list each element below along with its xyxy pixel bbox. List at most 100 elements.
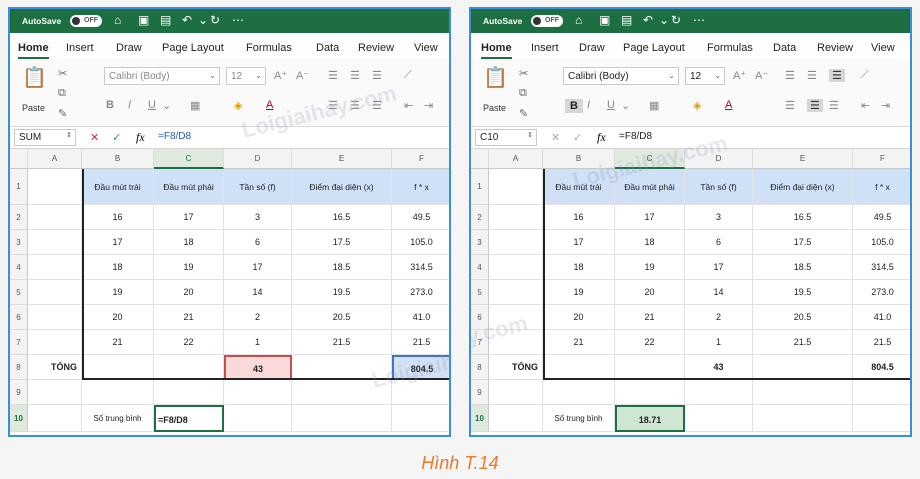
tab-view[interactable]: View <box>871 42 895 54</box>
row-header-4[interactable]: 4 <box>10 255 28 280</box>
data-cell[interactable]: 16.5 <box>292 205 392 230</box>
data-cell[interactable]: 14 <box>685 280 753 305</box>
redo-icon[interactable]: ↻ <box>210 13 220 27</box>
align-middle-icon[interactable]: ☰ <box>350 69 360 82</box>
data-cell[interactable]: 21 <box>154 305 224 330</box>
align-center-icon[interactable]: ☰ <box>350 99 360 112</box>
row-header-7[interactable]: 7 <box>471 330 489 355</box>
grid-cell[interactable] <box>489 255 543 280</box>
more-icon[interactable]: ⋯ <box>232 13 244 27</box>
grid-cell[interactable] <box>28 330 82 355</box>
data-cell[interactable]: 273.0 <box>392 280 449 305</box>
align-middle-icon[interactable]: ☰ <box>807 69 817 82</box>
grid-cell[interactable] <box>28 205 82 230</box>
column-header-c[interactable]: C <box>154 149 224 169</box>
copy-icon[interactable]: ⧉ <box>519 87 527 100</box>
header-cell-d[interactable]: Tần số (f) <box>224 169 292 205</box>
data-cell[interactable]: 16 <box>543 205 615 230</box>
data-cell[interactable]: 21.5 <box>753 330 853 355</box>
data-cell[interactable]: 314.5 <box>853 255 910 280</box>
grid-cell[interactable] <box>489 330 543 355</box>
row-header-3[interactable]: 3 <box>471 230 489 255</box>
undo-icon[interactable]: ↶ <box>182 13 192 27</box>
grid-cell[interactable] <box>489 205 543 230</box>
fill-color-icon[interactable]: ◈ <box>234 99 242 112</box>
name-box[interactable]: C10 ⇕ <box>475 129 537 146</box>
data-cell[interactable]: 21 <box>543 330 615 355</box>
data-cell[interactable]: 18.5 <box>753 255 853 280</box>
chevron-down-icon[interactable]: ⌄ <box>198 13 208 27</box>
data-cell[interactable]: 17.5 <box>292 230 392 255</box>
align-right-icon[interactable]: ☰ <box>372 99 382 112</box>
borders-icon[interactable]: ▦ <box>190 99 200 112</box>
data-cell[interactable]: 17 <box>543 230 615 255</box>
save-as-icon[interactable]: ▤ <box>621 13 632 27</box>
indent-decrease-icon[interactable]: ⇤ <box>404 99 413 112</box>
mean-label[interactable]: Số trung bình <box>82 405 154 432</box>
column-header-d[interactable]: D <box>685 149 753 169</box>
header-cell-f[interactable]: f * x <box>392 169 449 205</box>
align-top-icon[interactable]: ☰ <box>328 69 338 82</box>
formula-input[interactable]: =F8/D8 <box>158 131 191 142</box>
header-cell-e[interactable]: Điểm đại diện (x) <box>292 169 392 205</box>
align-center-icon[interactable]: ☰ <box>807 99 823 112</box>
tab-view[interactable]: View <box>414 42 438 54</box>
data-cell[interactable]: 16 <box>82 205 154 230</box>
total-frequency-cell[interactable]: 43 <box>224 355 292 380</box>
data-cell[interactable]: 49.5 <box>392 205 449 230</box>
align-left-icon[interactable]: ☰ <box>785 99 795 112</box>
italic-icon[interactable]: I <box>128 99 131 111</box>
save-icon[interactable]: ▣ <box>599 13 610 27</box>
column-header-d[interactable]: D <box>224 149 292 169</box>
data-cell[interactable]: 19 <box>615 255 685 280</box>
grid-cell[interactable] <box>154 355 224 380</box>
grid-cell[interactable] <box>28 380 82 405</box>
data-cell[interactable]: 20 <box>543 305 615 330</box>
data-cell[interactable]: 2 <box>685 305 753 330</box>
cut-icon[interactable]: ✂ <box>58 67 67 80</box>
data-cell[interactable]: 20.5 <box>753 305 853 330</box>
name-box[interactable]: SUM ⇕ <box>14 129 76 146</box>
row-header-2[interactable]: 2 <box>471 205 489 230</box>
underline-icon[interactable]: U <box>148 99 156 111</box>
tab-draw[interactable]: Draw <box>579 42 605 54</box>
underline-icon[interactable]: U <box>607 99 615 111</box>
data-cell[interactable]: 3 <box>224 205 292 230</box>
grow-font-icon[interactable]: A⁺ <box>733 69 746 82</box>
save-as-icon[interactable]: ▤ <box>160 13 171 27</box>
data-cell[interactable]: 41.0 <box>853 305 910 330</box>
indent-increase-icon[interactable]: ⇥ <box>881 99 890 112</box>
grid-cell[interactable] <box>685 405 753 432</box>
data-cell[interactable]: 22 <box>154 330 224 355</box>
grid-cell[interactable] <box>392 405 449 432</box>
grid-cell[interactable] <box>224 405 292 432</box>
cut-icon[interactable]: ✂ <box>519 67 528 80</box>
font-color-icon[interactable]: A <box>266 99 273 111</box>
row-header-6[interactable]: 6 <box>471 305 489 330</box>
align-bottom-icon[interactable]: ☰ <box>372 69 382 82</box>
grid-cell[interactable] <box>154 380 224 405</box>
row-header-2[interactable]: 2 <box>10 205 28 230</box>
data-cell[interactable]: 1 <box>685 330 753 355</box>
grow-font-icon[interactable]: A⁺ <box>274 69 287 82</box>
column-header-b[interactable]: B <box>543 149 615 169</box>
tab-data[interactable]: Data <box>773 42 796 54</box>
select-all-corner[interactable] <box>10 149 28 169</box>
home-icon[interactable]: ⌂ <box>575 13 582 27</box>
grid-cell[interactable] <box>82 355 154 380</box>
data-cell[interactable]: 18 <box>82 255 154 280</box>
header-cell-c[interactable]: Đầu mút phải <box>615 169 685 205</box>
align-right-icon[interactable]: ☰ <box>829 99 839 112</box>
shrink-font-icon[interactable]: A⁻ <box>755 69 768 82</box>
autosave-toggle[interactable]: OFF <box>70 15 102 27</box>
header-cell-b[interactable]: Đầu mút trái <box>82 169 154 205</box>
data-cell[interactable]: 20 <box>615 280 685 305</box>
column-header-c[interactable]: C <box>615 149 685 169</box>
data-cell[interactable]: 1 <box>224 330 292 355</box>
tab-home[interactable]: Home <box>481 42 512 59</box>
tab-formulas[interactable]: Formulas <box>246 42 292 54</box>
header-cell-f[interactable]: f * x <box>853 169 910 205</box>
mean-value-cell[interactable]: 18.71 <box>615 405 685 432</box>
tab-draw[interactable]: Draw <box>116 42 142 54</box>
total-product-cell[interactable]: 804.5 <box>392 355 449 380</box>
